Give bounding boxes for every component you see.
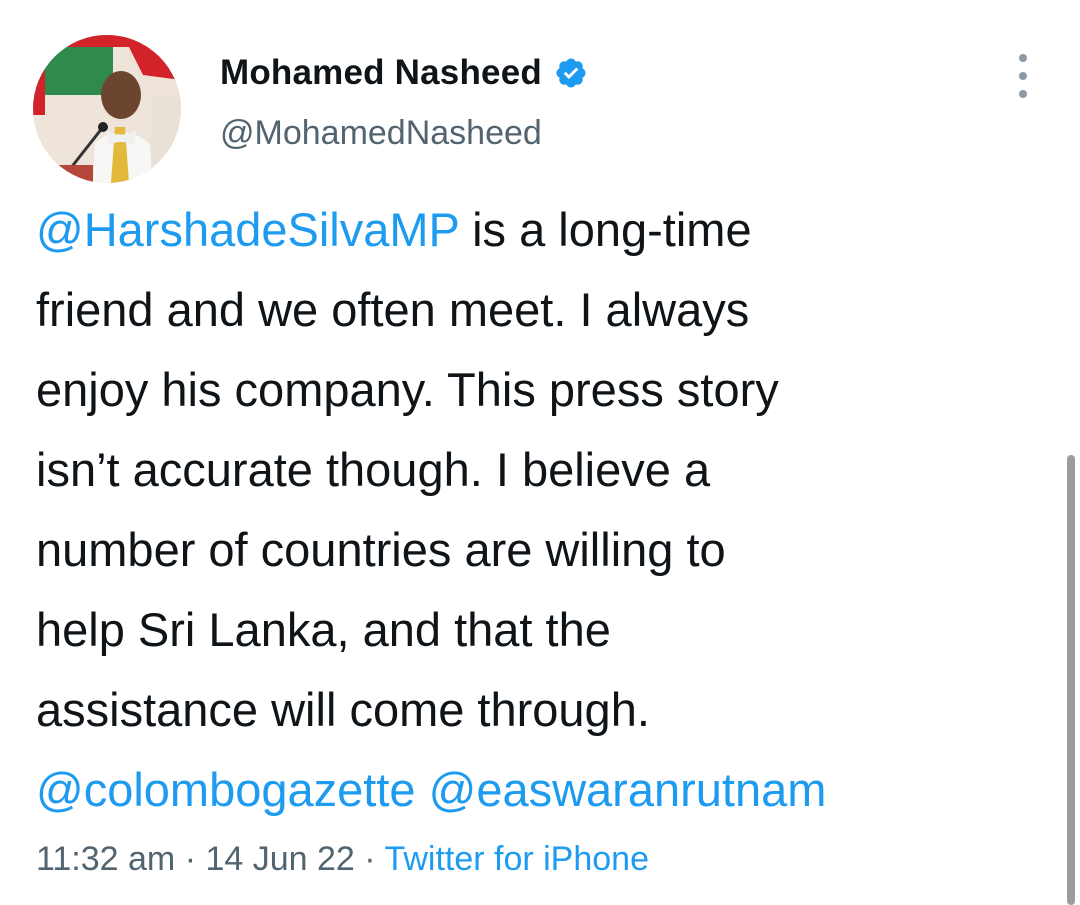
tweet-time: 11:32 am — [36, 840, 176, 878]
tweet-line: enjoy his company. This press story — [36, 363, 779, 416]
tweet-source-link[interactable]: Twitter for iPhone — [384, 840, 649, 878]
tweet-date[interactable]: 14 Jun 22 — [205, 840, 354, 878]
tweet-line: assistance will come through. — [36, 683, 650, 736]
tweet-meta: 11:32 am · 14 Jun 22 · Twitter for iPhon… — [36, 840, 649, 879]
more-options-button[interactable] — [1010, 54, 1036, 98]
avatar-photo — [33, 35, 181, 183]
author-handle[interactable]: @MohamedNasheed — [220, 114, 542, 153]
more-vertical-icon — [1019, 72, 1027, 80]
tweet-line-text: is a long-time — [459, 203, 752, 256]
meta-separator: · — [354, 840, 385, 878]
tweet-line: @HarshadeSilvaMP is a long-time — [36, 190, 1066, 270]
tweet-line: @colombogazette @easwaranrutnam — [36, 750, 1066, 830]
mention-link[interactable]: @colombogazette — [36, 763, 416, 816]
mention-link[interactable]: @HarshadeSilvaMP — [36, 203, 459, 256]
meta-separator: · — [175, 840, 206, 878]
scrollbar[interactable] — [1067, 455, 1075, 905]
tweet-line: help Sri Lanka, and that the — [36, 603, 611, 656]
more-vertical-icon — [1019, 90, 1027, 98]
verified-badge-icon — [556, 58, 586, 88]
author-name[interactable]: Mohamed Nasheed — [220, 53, 542, 93]
tweet-line: number of countries are willing to — [36, 523, 726, 576]
tweet-line: friend and we often meet. I always — [36, 283, 750, 336]
more-vertical-icon — [1019, 54, 1027, 62]
mention-link[interactable]: @easwaranrutnam — [429, 763, 827, 816]
profile-avatar[interactable] — [33, 35, 181, 183]
tweet-text: @HarshadeSilvaMP is a long-time friend a… — [36, 190, 1066, 830]
tweet-line: isn’t accurate though. I believe a — [36, 443, 711, 496]
author-row: Mohamed Nasheed — [220, 48, 588, 98]
mention-separator — [416, 763, 429, 816]
